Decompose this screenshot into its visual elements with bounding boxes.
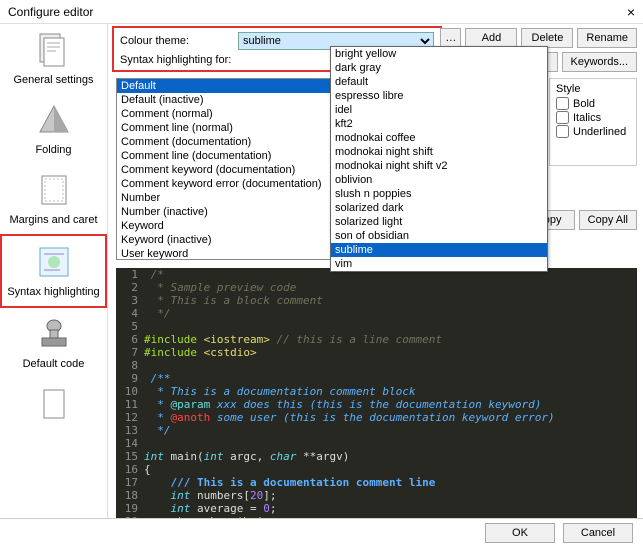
theme-dropdown[interactable]: bright yellow dark gray default espresso… [330, 46, 548, 272]
sidebar-item-label: General settings [2, 74, 105, 86]
style-header: Style [556, 83, 630, 95]
origami-icon [30, 100, 78, 140]
option[interactable]: modnokai coffee [331, 131, 547, 145]
bold-checkbox[interactable]: Bold [556, 97, 630, 110]
sidebar-item-label: Margins and caret [2, 214, 105, 226]
syntax-for-label: Syntax highlighting for: [120, 54, 232, 66]
code-preview: 1 /* 2 * Sample preview code 3 * This is… [116, 268, 637, 518]
sidebar-item-label: Syntax highlighting [4, 286, 103, 298]
sidebar-item-label: Folding [2, 144, 105, 156]
page-icon [30, 170, 78, 210]
sidebar-item-more[interactable] [0, 378, 107, 436]
ok-button[interactable]: OK [485, 523, 555, 543]
add-button[interactable]: Add [465, 28, 517, 48]
underlined-checkbox[interactable]: Underlined [556, 125, 630, 138]
keywords-button[interactable]: Keywords... [562, 52, 637, 72]
sidebar-item-default-code[interactable]: Default code [0, 308, 107, 378]
option[interactable]: modnokai night shift [331, 145, 547, 159]
option[interactable]: solarized light [331, 215, 547, 229]
option[interactable]: slush n poppies [331, 187, 547, 201]
option[interactable]: bright yellow [331, 47, 547, 61]
option[interactable]: solarized dark [331, 201, 547, 215]
italics-checkbox[interactable]: Italics [556, 111, 630, 124]
delete-button[interactable]: Delete [521, 28, 573, 48]
highlight-icon [30, 242, 78, 282]
style-group: Style Bold Italics Underlined [549, 78, 637, 166]
option[interactable]: espresso libre [331, 89, 547, 103]
option[interactable]: son of obsidian [331, 229, 547, 243]
option[interactable]: kft2 [331, 117, 547, 131]
option[interactable]: oblivion [331, 173, 547, 187]
sidebar-item-label: Default code [2, 358, 105, 370]
main-panel: Colour theme: sublime Syntax highlightin… [108, 24, 643, 518]
sidebar-item-folding[interactable]: Folding [0, 94, 107, 164]
sidebar-item-general[interactable]: General settings [0, 24, 107, 94]
stamp-icon [30, 314, 78, 354]
doc-icon [30, 384, 78, 424]
document-icon [30, 30, 78, 70]
option[interactable]: dark gray [331, 61, 547, 75]
option[interactable]: vim [331, 257, 547, 271]
dialog-footer: OK Cancel [0, 518, 643, 546]
option[interactable]: default [331, 75, 547, 89]
copy-all-button[interactable]: Copy All [579, 210, 637, 230]
option[interactable]: modnokai night shift v2 [331, 159, 547, 173]
theme-label: Colour theme: [120, 35, 232, 47]
more-button[interactable]: … [440, 28, 461, 48]
option[interactable]: idel [331, 103, 547, 117]
option[interactable]: sublime [331, 243, 547, 257]
rename-button[interactable]: Rename [577, 28, 637, 48]
title-bar: Configure editor × [0, 0, 643, 24]
cancel-button[interactable]: Cancel [563, 523, 633, 543]
sidebar-item-syntax[interactable]: Syntax highlighting [0, 234, 107, 308]
window-title: Configure editor [8, 5, 93, 19]
sidebar: General settings Folding Margins and car… [0, 24, 108, 518]
close-icon[interactable]: × [627, 4, 635, 20]
sidebar-item-margins[interactable]: Margins and caret [0, 164, 107, 234]
